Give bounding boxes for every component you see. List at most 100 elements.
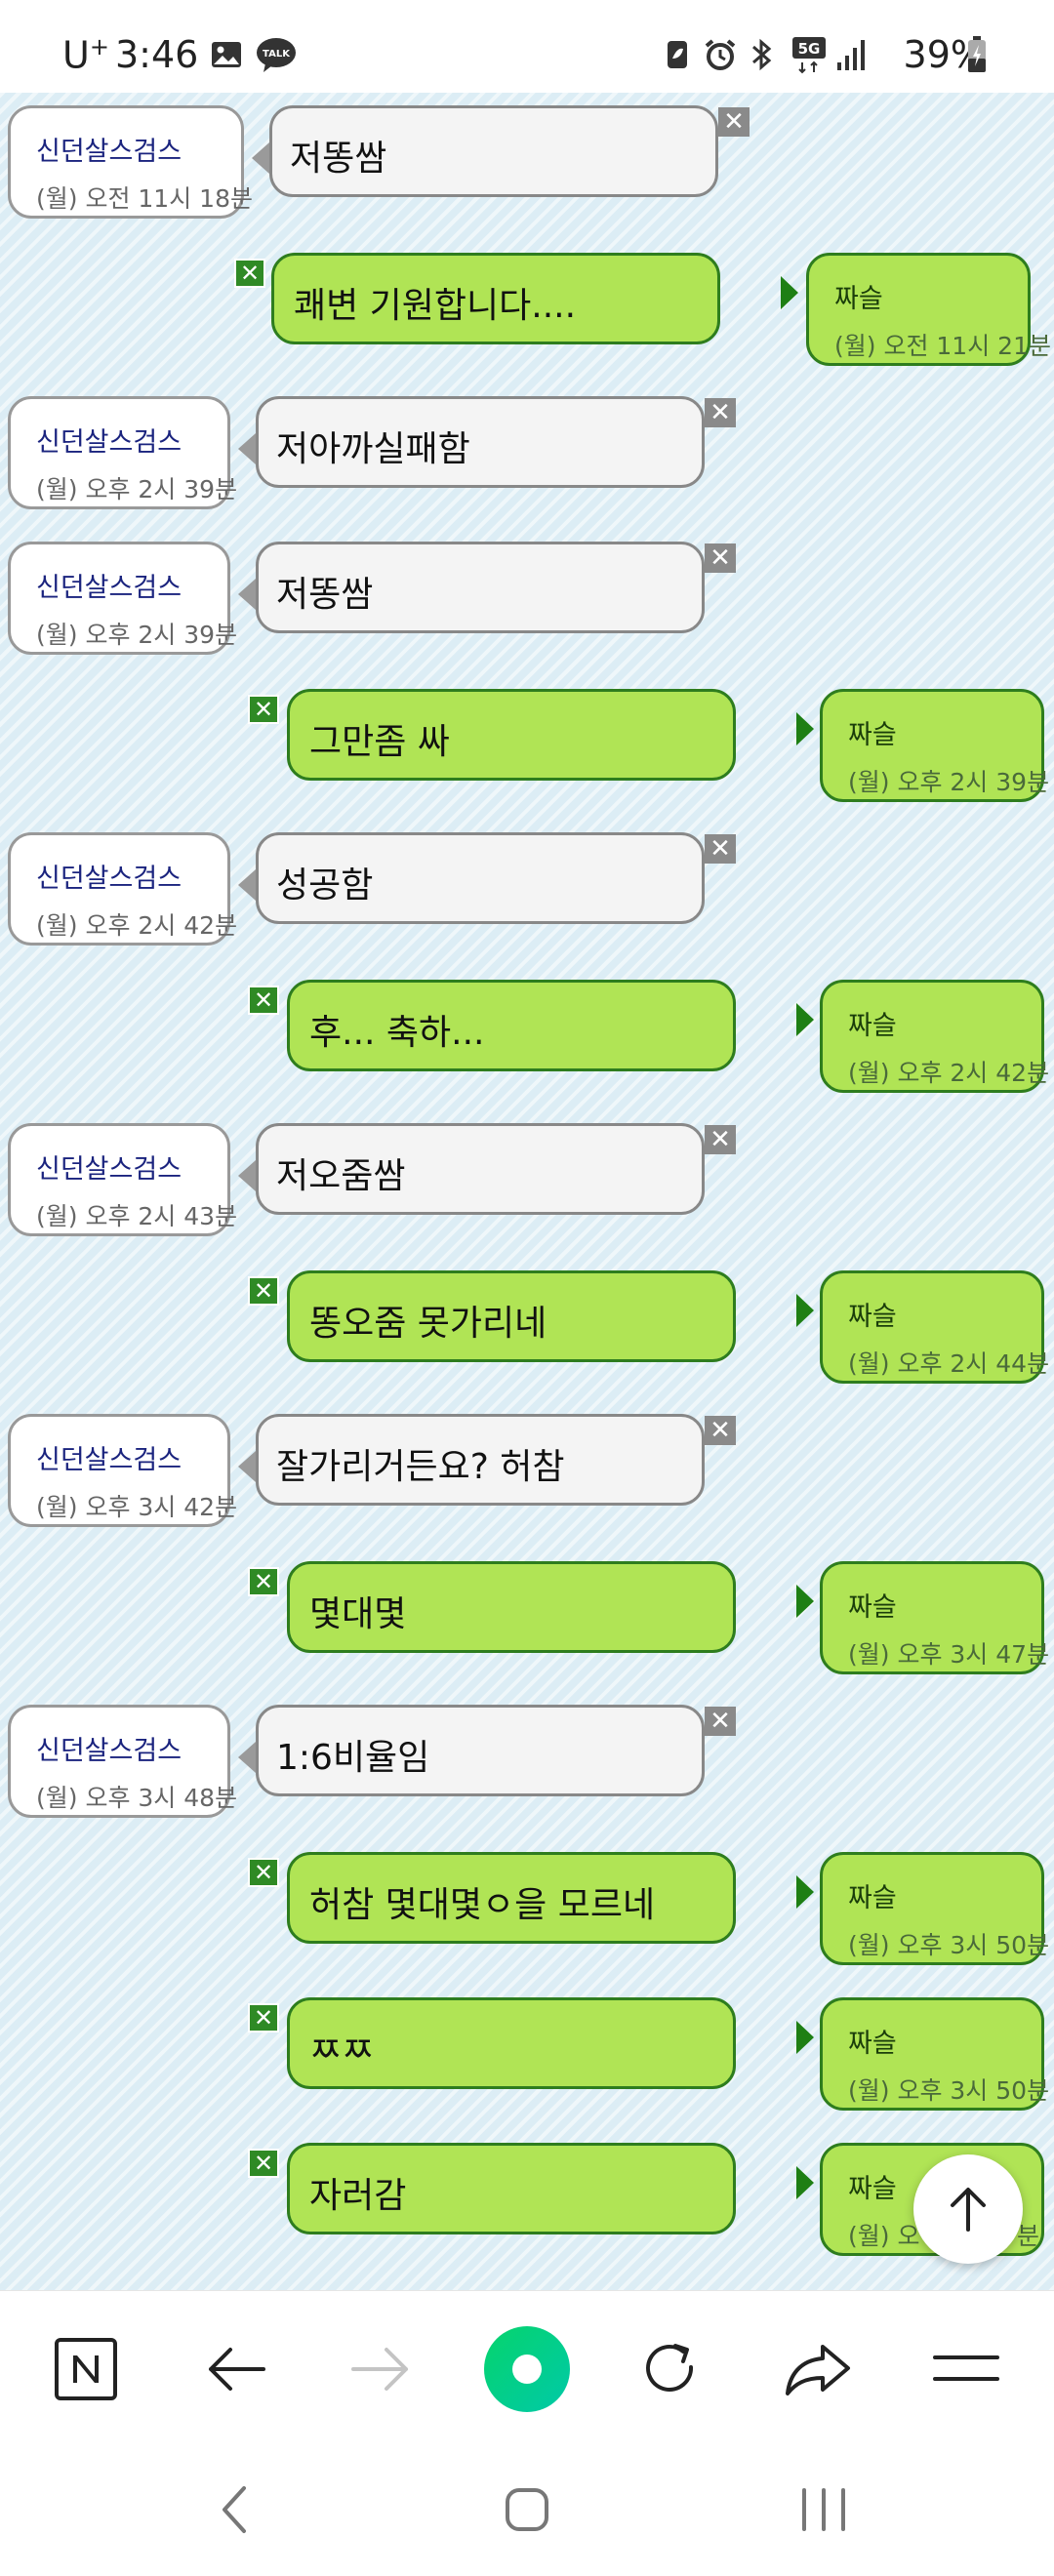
sender-info: 신던살스검스 (월) 오후 2시 43분 [8,1123,238,1236]
sender-name: 신던살스검스 [36,1445,182,1475]
message-time: (월) 오후 2시 42분 [848,1059,1050,1087]
sender-name: 짜슬 [848,1592,897,1623]
message-text: ㅉㅉ [287,1997,736,2089]
close-icon: ✕ [253,2150,274,2177]
naver-home-button[interactable] [37,2320,135,2418]
sender-name: 신던살스검스 [36,1736,182,1766]
delete-message-button[interactable]: ✕ [248,695,279,724]
message-text: 그만좀 싸 [287,689,736,781]
share-button[interactable] [769,2320,867,2418]
delete-message-button[interactable]: ✕ [248,1858,279,1887]
message-time: (월) 오후 2시 42분 [36,911,238,940]
delete-message-button[interactable]: ✕ [248,2003,279,2033]
sender-info: 신던살스검스 (월) 오후 3시 42분 [8,1414,237,1527]
clock: 3:46 [115,33,199,76]
scroll-top-button[interactable] [913,2154,1023,2264]
sender-info: 신던살스검스 (월) 오후 2시 39분 [8,396,238,509]
delete-message-button[interactable]: ✕ [718,107,750,137]
message-text: 후... 축하... [287,980,736,1071]
nav-home-button[interactable] [478,2471,576,2549]
back-arrow-icon [209,2348,265,2391]
message-text: 저아까실패함 [256,396,705,488]
forward-arrow-icon [351,2348,408,2391]
message-time: (월) 오후 3시 50분 [848,2076,1050,2105]
message-time: (월) 오후 2시 43분 [36,1202,238,1230]
menu-icon [933,2355,999,2381]
delete-message-button[interactable]: ✕ [705,398,736,427]
delete-message-button[interactable]: ✕ [248,1567,279,1596]
gallery-icon [209,35,244,74]
refresh-icon [646,2344,694,2392]
battery-saver-icon [664,35,691,74]
delete-message-button[interactable]: ✕ [248,2149,279,2178]
refresh-button[interactable] [623,2320,720,2418]
status-bar: U+ 3:46 TALK 5G 39% [0,0,1054,93]
battery-charging-icon [966,35,988,74]
bubble-pointer [796,2021,814,2054]
system-navigation-bar [0,2441,1054,2576]
sender-info: 신던살스검스 (월) 오전 11시 18분 [8,105,253,219]
naver-home-icon [55,2338,117,2400]
message-text: 자러감 [287,2143,736,2234]
svg-text:TALK: TALK [263,49,291,60]
sender-info: 짜슬 (월) 오후 3시 50분 [820,1997,1050,2111]
bubble-pointer [238,1160,256,1191]
sender-name: 신던살스검스 [36,427,182,458]
network-5g-icon: 5G [790,35,830,74]
message-text: 성공함 [256,832,705,924]
sender-info: 신던살스검스 (월) 오후 3시 48분 [8,1705,237,1818]
delete-message-button[interactable]: ✕ [705,1416,736,1445]
bubble-pointer [796,2166,814,2199]
close-icon: ✕ [709,1707,731,1736]
message-text: 잘가리거든요? 허참 [256,1414,705,1506]
message-time: (월) 오후 3시 47분 [848,1640,1050,1669]
close-icon: ✕ [253,986,274,1014]
delete-message-button[interactable]: ✕ [705,1125,736,1154]
forward-button[interactable] [332,2320,429,2418]
sender-info: 신던살스검스 (월) 오후 2시 39분 [8,542,237,655]
close-icon: ✕ [709,543,731,573]
delete-message-button[interactable]: ✕ [234,259,265,288]
nav-recents-icon [802,2488,845,2531]
bubble-pointer [238,433,256,464]
sender-info: 짜슬 (월) 오후 2시 39분 [820,689,1049,802]
bubble-pointer [796,1003,814,1036]
share-icon [786,2345,850,2395]
chat-log[interactable]: 신던살스검스 (월) 오전 11시 18분 저똥쌈 ✕ ✕ 쾌변 기원합니다.... 짜슬(… [0,93,1054,2290]
carrier-label: U+ [62,33,109,77]
arrow-up-icon [951,2188,986,2232]
alarm-icon [703,35,738,74]
sender-info: 신던살스검스 (월) 오후 2시 42분 [8,832,238,946]
bubble-pointer [781,276,798,309]
close-icon: ✕ [239,260,261,287]
sender-name: 짜슬 [848,720,897,750]
menu-button[interactable] [917,2320,1015,2418]
nav-home-icon [506,2488,548,2531]
browser-toolbar [0,2290,1054,2441]
message-time: (월) 오후 2시 39분 [36,475,238,503]
message-time: (월) 오후 2시 44분 [848,1349,1050,1378]
message-time: (월) 오전 11시 21분 [834,332,1051,360]
nav-recents-button[interactable] [775,2471,872,2549]
close-icon: ✕ [709,834,731,864]
bluetooth-icon [748,35,777,74]
delete-message-button[interactable]: ✕ [248,986,279,1015]
bubble-pointer [238,579,256,610]
delete-message-button[interactable]: ✕ [705,834,736,864]
message-text: 1:6비율임 [256,1705,705,1796]
message-text: 저똥쌈 [269,105,718,197]
sender-info: 짜슬 (월) 오후 3시 47분 [820,1561,1050,1674]
delete-message-button[interactable]: ✕ [705,1707,736,1736]
sender-info: 짜슬 (월) 오후 2시 44분 [820,1270,1050,1384]
delete-message-button[interactable]: ✕ [248,1276,279,1306]
sender-name: 신던살스검스 [36,1154,182,1185]
signal-icon [835,35,869,74]
message-text: 몇대몇 [287,1561,736,1653]
nav-back-button[interactable] [185,2471,283,2549]
nav-back-icon [223,2486,246,2533]
green-dot-button[interactable] [478,2320,576,2418]
delete-message-button[interactable]: ✕ [705,543,736,573]
close-icon: ✕ [253,1568,274,1595]
close-icon: ✕ [253,1277,274,1305]
back-button[interactable] [187,2320,285,2418]
